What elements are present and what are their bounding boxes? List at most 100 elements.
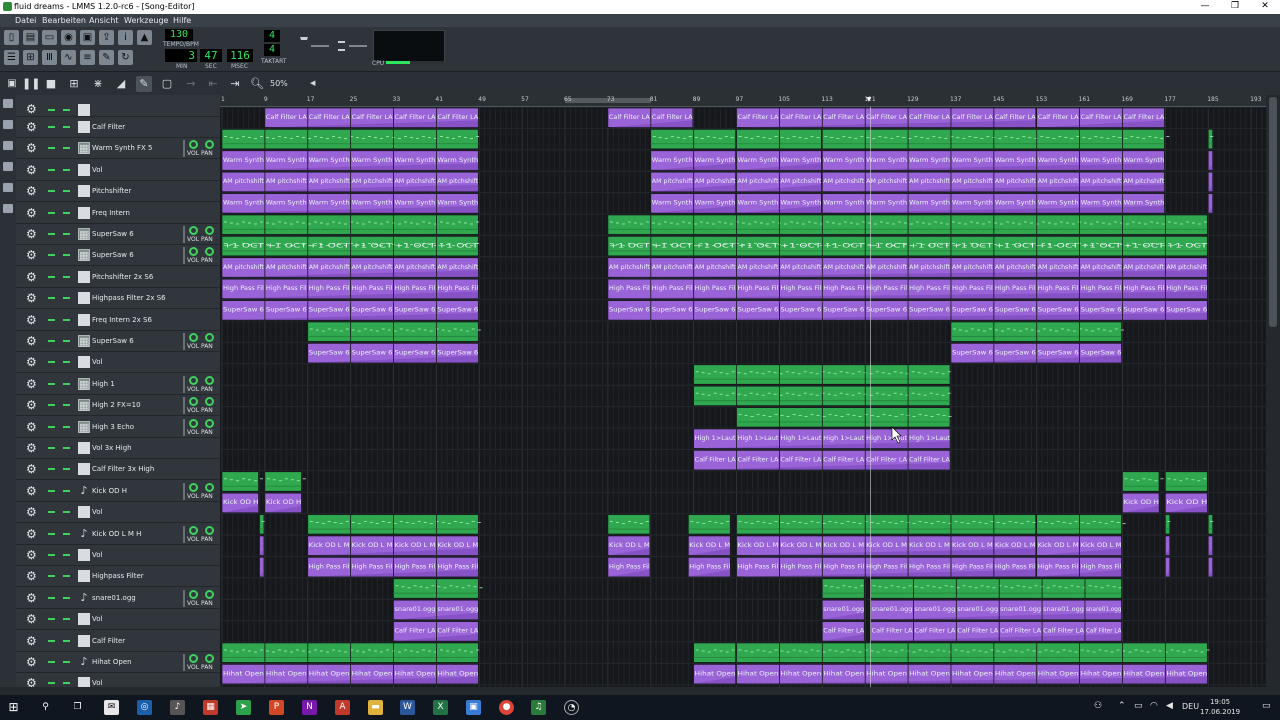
song-editor-icon[interactable]: ☰ xyxy=(4,50,19,65)
root-directory-icon[interactable] xyxy=(3,183,13,192)
track-settings-gear-icon[interactable]: ⚙ xyxy=(26,249,37,261)
panning-knob[interactable] xyxy=(205,247,214,257)
track-name[interactable]: Highpass Filter xyxy=(92,572,144,580)
clip[interactable] xyxy=(1207,129,1213,150)
clip[interactable] xyxy=(693,364,951,385)
clip[interactable] xyxy=(307,514,479,535)
vol-pan-knobs[interactable]: VOL PAN xyxy=(183,397,217,415)
mute-toggle[interactable] xyxy=(48,254,55,257)
volume-knob[interactable] xyxy=(189,589,198,599)
track-name[interactable]: SuperSaw 6 xyxy=(92,251,134,259)
clip[interactable] xyxy=(736,129,822,150)
panning-knob[interactable] xyxy=(205,375,214,385)
language-indicator[interactable]: DEU xyxy=(1182,702,1199,711)
mute-toggle[interactable] xyxy=(48,147,55,150)
track-settings-gear-icon[interactable]: ⚙ xyxy=(26,506,37,518)
panning-knob[interactable] xyxy=(205,482,214,492)
track-header[interactable]: ⚙ Vol xyxy=(16,609,220,631)
track-header[interactable]: ⚙ Calf Filter 3x High xyxy=(16,459,220,481)
notifications-icon[interactable]: ▭ xyxy=(1262,701,1271,711)
solo-toggle[interactable] xyxy=(63,554,70,556)
vol-pan-knobs[interactable]: VOL PAN xyxy=(183,140,217,158)
track-name[interactable]: Vol xyxy=(92,615,102,623)
clip[interactable] xyxy=(736,514,1037,535)
solo-toggle[interactable] xyxy=(63,639,70,642)
track-name[interactable]: Kick OD L M H xyxy=(92,530,141,538)
solo-toggle[interactable] xyxy=(63,489,70,492)
track-header[interactable]: ⚙ Vol xyxy=(16,160,220,181)
powerpoint-icon[interactable]: P xyxy=(269,700,284,715)
track-name[interactable]: Vol xyxy=(92,358,102,366)
mute-toggle[interactable] xyxy=(48,126,55,128)
track-name[interactable]: High 2 FX=10 xyxy=(92,401,141,409)
network-icon[interactable]: ▭ xyxy=(1134,701,1143,711)
search-icon[interactable]: ⚲ xyxy=(38,700,53,715)
track-name[interactable]: Hihat Open xyxy=(92,658,132,666)
solo-toggle[interactable] xyxy=(63,532,70,535)
my-projects-icon[interactable] xyxy=(3,99,13,108)
mute-toggle[interactable] xyxy=(48,275,55,278)
volume-knob[interactable] xyxy=(189,418,198,428)
loop-points-icon[interactable]: ⇤ xyxy=(205,76,221,92)
solo-toggle[interactable] xyxy=(63,511,70,514)
track-header[interactable]: ⚙ Pitchshifter xyxy=(16,181,220,203)
track-name[interactable]: Pitchshifter 2x S6 xyxy=(92,273,153,281)
app-arrow-icon[interactable]: ➤ xyxy=(236,700,251,715)
track-name[interactable]: Warm Synth FX 5 xyxy=(92,144,153,152)
track-name[interactable]: snare01.ogg xyxy=(92,594,136,602)
volume-icon[interactable]: ◀ xyxy=(1166,701,1173,711)
clip[interactable] xyxy=(1036,514,1122,535)
master-pitch-slider[interactable] xyxy=(349,45,367,47)
controller-rack-icon[interactable]: ↻ xyxy=(118,50,133,65)
add-automation-track-icon[interactable]: ◢ xyxy=(113,76,129,92)
track-name[interactable]: High 3 Echo xyxy=(92,423,134,431)
my-computer-icon[interactable] xyxy=(3,204,13,213)
recent-projects-icon[interactable]: ◉ xyxy=(61,30,76,45)
track-settings-gear-icon[interactable]: ⚙ xyxy=(26,613,37,625)
vertical-scroll-thumb[interactable] xyxy=(1269,97,1277,327)
track-header[interactable]: ⚙ Calf Filter xyxy=(16,631,220,652)
project-notes-icon[interactable]: ✎ xyxy=(99,50,114,65)
track-name[interactable]: SuperSaw 6 xyxy=(92,230,134,238)
close-button[interactable]: ✕ xyxy=(1250,0,1280,14)
clip[interactable] xyxy=(650,129,736,150)
new-project-icon[interactable]: ▯ xyxy=(4,30,19,45)
solo-toggle[interactable] xyxy=(63,618,70,621)
my-samples-icon[interactable] xyxy=(3,120,13,129)
panning-knob[interactable] xyxy=(205,333,214,342)
track-name[interactable]: SuperSaw 6 xyxy=(92,337,134,345)
clip[interactable] xyxy=(736,407,951,428)
track-settings-gear-icon[interactable]: ⚙ xyxy=(26,103,37,115)
track-settings-gear-icon[interactable]: ⚙ xyxy=(26,164,37,176)
mute-toggle[interactable] xyxy=(48,618,55,621)
clip[interactable] xyxy=(307,321,479,342)
mute-toggle[interactable] xyxy=(48,297,55,300)
track-settings-gear-icon[interactable]: ⚙ xyxy=(26,463,37,475)
mute-toggle[interactable] xyxy=(48,682,55,685)
tray-chevron-icon[interactable]: ⌃ xyxy=(1118,701,1126,711)
solo-toggle[interactable] xyxy=(63,682,70,685)
clip[interactable] xyxy=(693,385,951,406)
clip[interactable] xyxy=(736,642,1208,663)
chrome-icon[interactable]: ● xyxy=(499,700,514,715)
mute-toggle[interactable] xyxy=(48,575,55,578)
excel-icon[interactable]: X xyxy=(433,700,448,715)
master-volume-icon[interactable] xyxy=(300,37,308,49)
vol-pan-knobs[interactable]: VOL PAN xyxy=(183,247,217,265)
volume-knob[interactable] xyxy=(189,525,198,535)
mute-toggle[interactable] xyxy=(48,233,55,235)
minimize-button[interactable]: — xyxy=(1190,0,1220,14)
mute-toggle[interactable] xyxy=(48,425,55,428)
timesig-numerator[interactable]: 4 xyxy=(264,30,280,42)
track-header[interactable]: ⚙ Vol xyxy=(16,352,220,374)
track-settings-gear-icon[interactable]: ⚙ xyxy=(26,185,37,197)
volume-knob[interactable] xyxy=(189,375,198,385)
solo-toggle[interactable] xyxy=(63,211,70,214)
mute-toggle[interactable] xyxy=(48,532,55,535)
solo-toggle[interactable] xyxy=(63,382,70,385)
timeline-ruler[interactable]: 1 9 17 25 33 41 49 57 65 73 81 89 97 105 113 121 129 137 1… xyxy=(220,95,1266,107)
mute-toggle[interactable] xyxy=(48,639,55,642)
acrobat-icon[interactable]: A xyxy=(335,700,350,715)
solo-toggle[interactable] xyxy=(63,361,70,364)
track-header[interactable]: ⚙ ♪ Kick OD L M H VOL PAN xyxy=(16,524,220,545)
